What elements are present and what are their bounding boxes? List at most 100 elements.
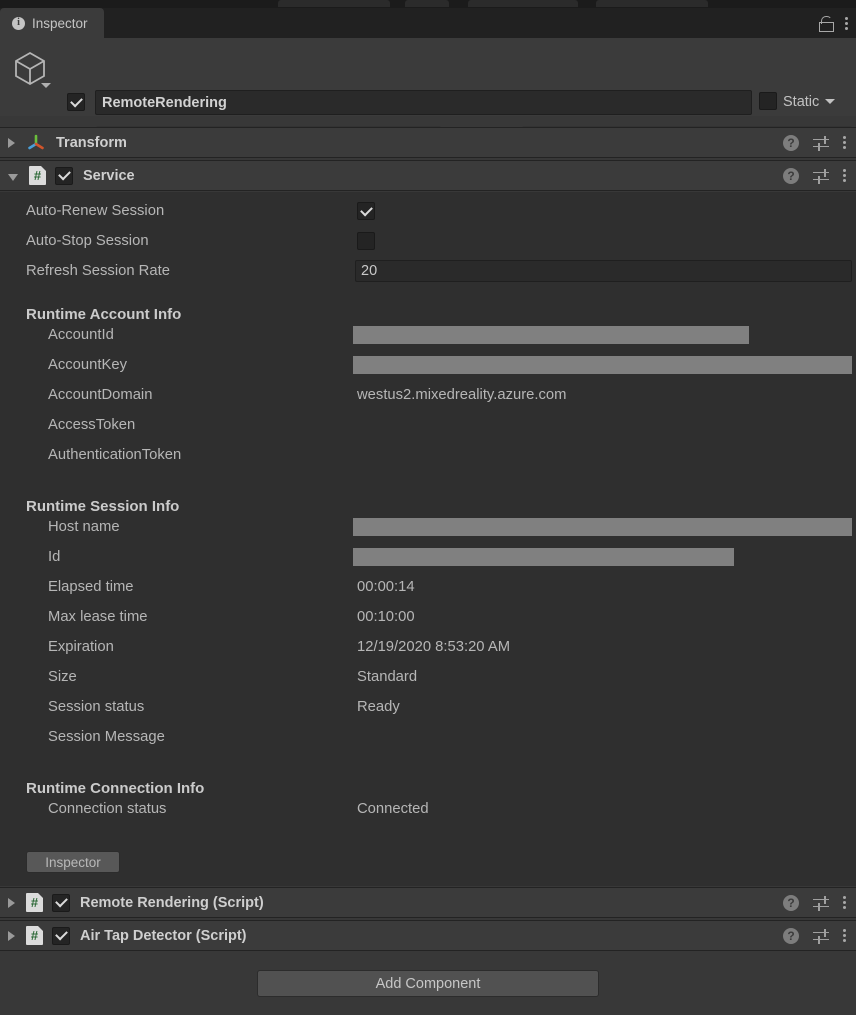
component-tools: ? [783, 134, 846, 151]
script-icon: # [26, 893, 43, 912]
ghost-tab-1 [278, 0, 390, 7]
property-row-id: Id [0, 542, 856, 572]
tab-inspector[interactable]: i Inspector [0, 8, 104, 38]
kebab-menu-icon[interactable] [843, 896, 846, 909]
component-enabled-checkbox[interactable] [52, 926, 70, 945]
preset-icon[interactable] [813, 135, 829, 151]
property-label: Connection status [48, 801, 167, 817]
property-label: Auto-Stop Session [26, 233, 149, 249]
property-row-max-lease-time: Max lease time 00:10:00 [0, 602, 856, 632]
static-checkbox[interactable] [759, 92, 777, 110]
kebab-menu-icon[interactable] [845, 16, 848, 30]
property-row-elapsed-time: Elapsed time 00:00:14 [0, 572, 856, 602]
auto-renew-session-checkbox[interactable] [357, 202, 375, 220]
kebab-menu-icon[interactable] [843, 136, 846, 149]
property-row-session-status: Session status Ready [0, 692, 856, 722]
help-icon[interactable]: ? [783, 927, 799, 944]
property-value: 00:10:00 [357, 609, 415, 625]
inspector-button[interactable]: Inspector [26, 851, 120, 873]
property-row-auto-stop: Auto-Stop Session [0, 226, 856, 256]
property-row-expiration: Expiration 12/19/2020 8:53:20 AM [0, 632, 856, 662]
property-row-accesstoken: AccessToken [0, 410, 856, 440]
property-label: Expiration [48, 639, 114, 655]
component-tools: ? [783, 894, 846, 911]
property-label: Session Message [48, 729, 165, 745]
redacted-value [353, 548, 734, 566]
static-dropdown[interactable]: Static [783, 92, 836, 111]
auto-stop-session-checkbox[interactable] [357, 232, 375, 250]
property-label: Auto-Renew Session [26, 203, 165, 219]
property-row-accountdomain: AccountDomain westus2.mixedreality.azure… [0, 380, 856, 410]
transform-axis-icon [28, 134, 44, 149]
component-tools: ? [783, 167, 846, 184]
property-row-connection-status: Connection status Connected [0, 794, 856, 824]
property-label: Max lease time [48, 609, 148, 625]
property-label: AuthenticationToken [48, 447, 182, 463]
tab-tools [819, 8, 848, 38]
component-title: Remote Rendering (Script) [80, 894, 264, 911]
property-value: westus2.mixedreality.azure.com [357, 387, 567, 403]
editor-top-strip [0, 0, 856, 8]
cube-icon [15, 51, 45, 86]
preset-icon[interactable] [813, 928, 829, 944]
redacted-value [353, 326, 749, 344]
gameobject-header: RemoteRendering Static Tag Untagged Laye… [0, 38, 856, 148]
component-title: Air Tap Detector (Script) [80, 927, 247, 944]
property-label: Host name [48, 519, 120, 535]
component-title: Service [83, 167, 135, 184]
property-value: Connected [357, 801, 429, 817]
ghost-tab-3 [468, 0, 578, 7]
component-header-service[interactable]: # Service ? [0, 160, 856, 191]
property-label: Elapsed time [48, 579, 134, 595]
component-title: Transform [56, 134, 127, 151]
component-enabled-checkbox[interactable] [55, 166, 73, 185]
component-header-transform[interactable]: Transform ? [0, 127, 856, 158]
script-icon: # [29, 166, 46, 185]
tab-bar: i Inspector [0, 8, 856, 38]
chevron-down-icon [825, 99, 836, 104]
inspector-window: i Inspector RemoteRendering Static Tag U… [0, 0, 856, 1015]
static-label: Static [783, 93, 820, 110]
property-row-authenticationtoken: AuthenticationToken [0, 440, 856, 470]
script-icon: # [26, 926, 43, 945]
refresh-session-rate-input[interactable]: 20 [355, 260, 852, 282]
property-label: AccessToken [48, 417, 136, 433]
foldout-arrow-icon[interactable] [8, 173, 18, 181]
property-row-auto-renew: Auto-Renew Session [0, 196, 856, 226]
ghost-tab-2 [405, 0, 449, 7]
property-row-size: Size Standard [0, 662, 856, 692]
kebab-menu-icon[interactable] [843, 169, 846, 182]
property-row-accountid: AccountId [0, 320, 856, 350]
gameobject-enabled-checkbox[interactable] [67, 93, 85, 111]
property-label: AccountDomain [48, 387, 153, 403]
property-label: Id [48, 549, 61, 565]
foldout-arrow-icon[interactable] [8, 897, 15, 908]
component-header-air-tap-detector[interactable]: # Air Tap Detector (Script) ? [0, 920, 856, 951]
gameobject-name-input[interactable]: RemoteRendering [95, 90, 752, 115]
property-label: AccountKey [48, 357, 127, 373]
property-value: 00:00:14 [357, 579, 415, 595]
service-properties: Auto-Renew Session Auto-Stop Session Ref… [0, 192, 856, 886]
preset-icon[interactable] [813, 895, 829, 911]
add-component-button[interactable]: Add Component [257, 970, 599, 997]
property-label: Size [48, 669, 77, 685]
help-icon[interactable]: ? [783, 134, 799, 151]
cube-dropdown-caret-icon[interactable] [41, 83, 51, 88]
foldout-arrow-icon[interactable] [8, 137, 15, 148]
lock-icon[interactable] [819, 16, 834, 32]
kebab-menu-icon[interactable] [843, 929, 846, 942]
component-enabled-checkbox[interactable] [52, 893, 70, 912]
property-row-session-message: Session Message [0, 722, 856, 752]
foldout-arrow-icon[interactable] [8, 930, 15, 941]
preset-icon[interactable] [813, 168, 829, 184]
tab-label: Inspector [32, 15, 88, 31]
help-icon[interactable]: ? [783, 167, 799, 184]
component-tools: ? [783, 927, 846, 944]
property-label: Session status [48, 699, 145, 715]
property-row-accountkey: AccountKey [0, 350, 856, 380]
component-header-remote-rendering[interactable]: # Remote Rendering (Script) ? [0, 887, 856, 918]
redacted-value [353, 518, 852, 536]
ghost-tab-4 [596, 0, 708, 7]
property-value: Ready [357, 699, 400, 715]
help-icon[interactable]: ? [783, 894, 799, 911]
